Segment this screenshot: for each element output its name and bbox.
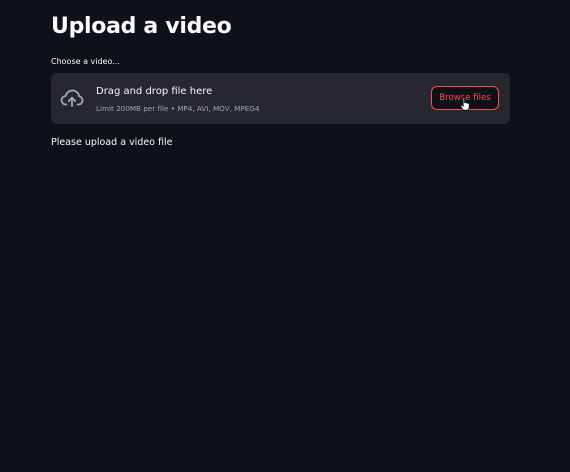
hand-pointer-icon xyxy=(460,97,470,111)
file-limit-text: Limit 200MB per file • MP4, AVI, MOV, MP… xyxy=(96,104,260,113)
file-dropzone[interactable]: Drag and drop file here Limit 200MB per … xyxy=(51,73,510,124)
page-title: Upload a video xyxy=(51,14,232,39)
app-page: Upload a video Choose a video... Drag an… xyxy=(0,0,570,472)
cloud-upload-icon xyxy=(60,89,84,107)
file-uploader-label: Choose a video... xyxy=(51,57,120,66)
upload-status-message: Please upload a video file xyxy=(51,137,173,148)
dropzone-instruction: Drag and drop file here xyxy=(96,86,213,97)
